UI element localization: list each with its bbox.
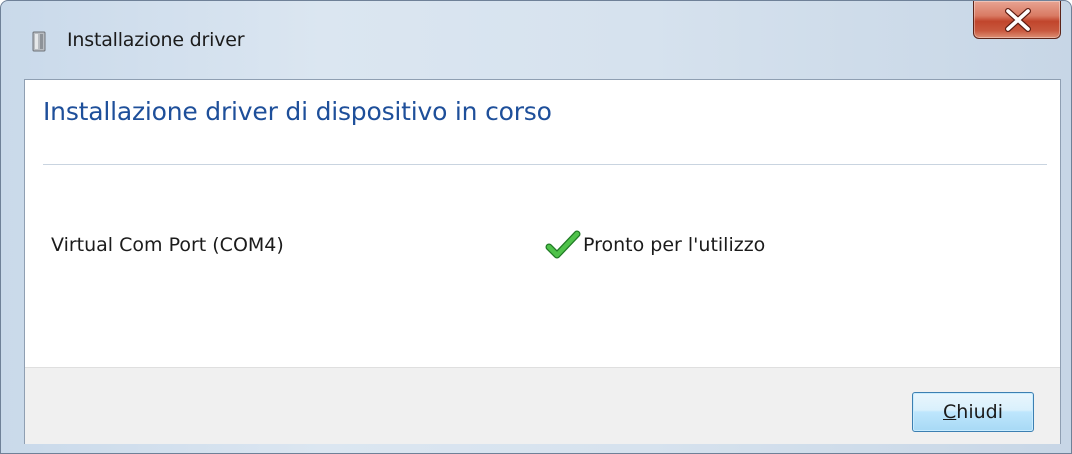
device-name: Virtual Com Port (COM4)	[51, 234, 284, 256]
page-title: Installazione driver di dispositivo in c…	[43, 97, 552, 126]
check-icon	[545, 230, 581, 259]
device-status-text: Pronto per l'utilizzo	[583, 234, 766, 256]
driver-install-window: Installazione driver Installazione drive…	[0, 0, 1072, 454]
close-button-accelerator: C	[943, 401, 957, 423]
title-bar[interactable]: Installazione driver	[1, 1, 1071, 79]
close-button[interactable]: Chiudi	[912, 392, 1034, 432]
close-button-label: hiudi	[956, 401, 1003, 423]
divider	[43, 164, 1047, 165]
driver-installer-icon	[32, 31, 46, 52]
window-title: Installazione driver	[67, 29, 245, 51]
dialog-footer: Chiudi	[25, 367, 1060, 444]
window-close-button[interactable]	[973, 1, 1061, 39]
close-icon	[1005, 8, 1031, 32]
dialog-content: Installazione driver di dispositivo in c…	[24, 79, 1061, 444]
